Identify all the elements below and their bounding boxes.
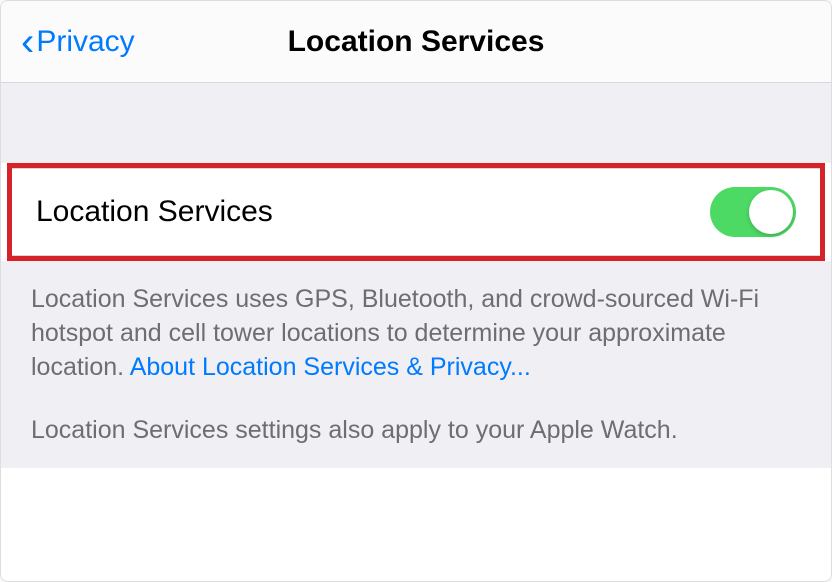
about-privacy-link[interactable]: About Location Services & Privacy... <box>130 353 531 381</box>
section-spacer <box>1 83 831 163</box>
description-paragraph: Location Services uses GPS, Bluetooth, a… <box>31 283 801 384</box>
description-section: Location Services uses GPS, Bluetooth, a… <box>1 261 831 468</box>
apple-watch-note: Location Services settings also apply to… <box>31 414 801 448</box>
toggle-knob <box>749 190 793 234</box>
navigation-bar: ‹ Privacy Location Services <box>1 1 831 83</box>
back-button[interactable]: ‹ Privacy <box>21 22 135 62</box>
settings-panel: ‹ Privacy Location Services Location Ser… <box>0 0 832 582</box>
location-services-toggle[interactable] <box>710 187 796 237</box>
highlight-annotation: Location Services <box>7 163 825 261</box>
location-services-row: Location Services <box>12 168 820 256</box>
setting-label: Location Services <box>36 195 273 229</box>
chevron-left-icon: ‹ <box>21 22 34 62</box>
back-button-label: Privacy <box>36 25 134 59</box>
